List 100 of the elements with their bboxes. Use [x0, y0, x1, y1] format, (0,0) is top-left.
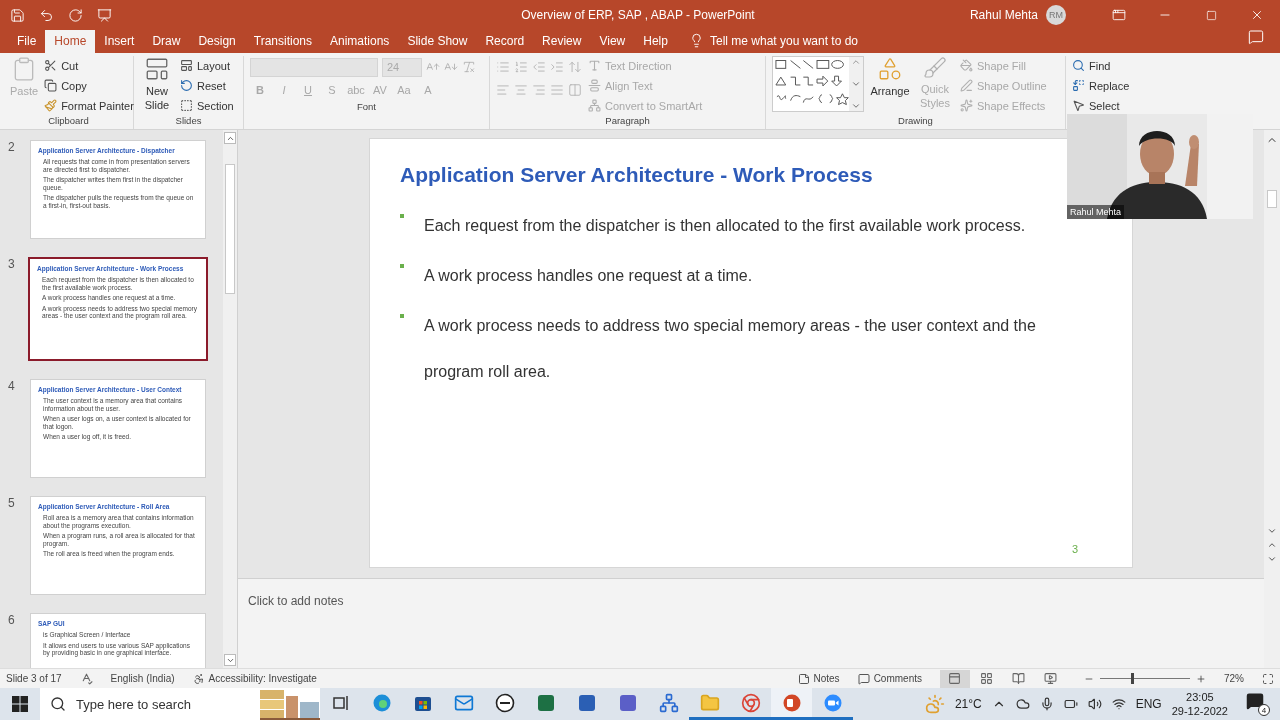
find-button[interactable]: Find [1072, 56, 1150, 75]
temperature[interactable]: 21°C [954, 697, 982, 711]
ribbon-tab[interactable]: Home [45, 30, 96, 53]
reset-button[interactable]: Reset [180, 76, 234, 95]
previous-slide-icon[interactable] [1267, 540, 1277, 550]
bullet-text: A work process needs to address two special memory areas - the user context and the program roll area. [424, 316, 1037, 382]
view-button[interactable] [940, 669, 970, 688]
input-language[interactable]: ENG [1135, 697, 1162, 711]
paintbrush-icon [44, 99, 58, 112]
comments-icon[interactable] [1248, 29, 1264, 45]
bullet-marker [400, 264, 404, 268]
page-number: 3 [1071, 543, 1078, 555]
zoom-thumb[interactable] [1131, 673, 1135, 684]
battery-icon[interactable] [1063, 697, 1078, 711]
scroll-up-button[interactable] [224, 132, 236, 144]
slide-number: 4 [8, 379, 16, 395]
clock[interactable]: 23:05 29-12-2022 [1171, 690, 1228, 718]
notification-center-button[interactable]: 4 [1246, 692, 1270, 716]
search-icon [50, 696, 66, 712]
task-view-icon[interactable] [331, 694, 350, 711]
ribbon-tab[interactable]: View [590, 30, 635, 53]
slide-number: 6 [8, 613, 16, 629]
section-icon [180, 99, 193, 112]
close-icon[interactable] [1250, 8, 1264, 22]
document-app-icon[interactable] [576, 692, 597, 713]
notes-field[interactable]: Click to add notes [248, 594, 344, 608]
undo-icon[interactable] [39, 7, 54, 23]
fit-to-window-icon[interactable] [1262, 672, 1274, 685]
pointer-icon [1072, 99, 1085, 112]
reset-icon [180, 79, 193, 92]
windows-start-icon[interactable] [12, 696, 28, 712]
scissors-icon [44, 59, 58, 72]
bullet-text: A work process handles one request at a time. [424, 266, 753, 286]
scroll-down-icon[interactable] [851, 79, 862, 89]
replace-button[interactable]: Replace [1072, 76, 1150, 95]
ribbon-tab[interactable]: Help [634, 30, 677, 53]
search-icon [1072, 59, 1085, 72]
section-button[interactable]: Section [180, 96, 234, 115]
video-app-icon[interactable] [822, 692, 843, 713]
slideshow-icon[interactable] [97, 7, 112, 23]
ribbon-tab[interactable]: Transitions [244, 30, 321, 53]
restore-icon[interactable] [1205, 9, 1217, 21]
microphone-icon[interactable] [1039, 697, 1054, 711]
comments-toggle[interactable]: Comments [873, 673, 922, 684]
spreadsheet-app-icon[interactable] [535, 692, 556, 713]
ribbon-tab[interactable]: Insert [95, 30, 144, 53]
select-button[interactable]: Select [1072, 96, 1150, 115]
redo-icon[interactable] [68, 7, 83, 23]
ribbon-tab[interactable]: Review [533, 30, 591, 53]
cut-button[interactable]: Cut [44, 56, 134, 75]
volume-icon[interactable] [1087, 697, 1102, 711]
scroll-down-button[interactable] [224, 654, 236, 666]
ribbon-tab[interactable]: Slide Show [398, 30, 477, 53]
reading-view-icon [1012, 672, 1026, 685]
group-label: Font [357, 101, 376, 114]
participant-name: Rahul Mehta [1067, 205, 1125, 219]
chat-app-icon[interactable] [617, 692, 638, 713]
chrome-browser-icon[interactable] [740, 692, 761, 713]
ribbon-tab[interactable]: Design [189, 30, 245, 53]
cloud-icon[interactable] [1015, 697, 1030, 711]
tell-me-search[interactable]: Tell me what you want to do [709, 33, 859, 48]
copy-button[interactable]: Copy [44, 76, 134, 95]
user-avatar[interactable]: RM [1046, 5, 1066, 25]
circle-logo-icon[interactable] [494, 692, 515, 713]
scroll-down-icon[interactable] [1267, 526, 1277, 536]
storage-boxes-drawing [260, 688, 320, 720]
group-label: Drawing [898, 115, 933, 128]
scrollbar-thumb[interactable] [225, 164, 235, 294]
layout-icon [180, 59, 193, 72]
ribbon-tab[interactable]: Record [476, 30, 534, 53]
accessibility-status[interactable]: Accessibility: Investigate [208, 673, 317, 684]
ribbon-tab[interactable]: Animations [321, 30, 399, 53]
zoom-in-icon[interactable] [1196, 673, 1206, 684]
wifi-icon[interactable] [1111, 697, 1126, 711]
notes-toggle[interactable]: Notes [813, 673, 840, 684]
shapes-gallery[interactable] [772, 56, 864, 112]
network-computer-icon[interactable] [658, 692, 679, 713]
slide-counter: Slide 3 of 17 [6, 673, 62, 684]
more-icon[interactable] [851, 101, 862, 111]
format-painter-button[interactable]: Format Painter [44, 96, 134, 115]
ribbon-display-icon[interactable] [1112, 8, 1126, 22]
edge-browser-icon[interactable] [371, 692, 392, 713]
arrange-button[interactable]: Arrange [870, 56, 910, 115]
taskbar-search-field[interactable]: Type here to search [40, 688, 320, 720]
scroll-up-icon[interactable] [851, 57, 862, 67]
zoom-level[interactable]: 72% [1224, 673, 1244, 684]
new-slide-button[interactable]: New Slide [140, 56, 174, 115]
slide-thumbnail[interactable] [28, 257, 208, 361]
next-slide-icon[interactable] [1267, 554, 1277, 564]
replace-icon [1072, 79, 1085, 92]
presentation-app-icon[interactable] [781, 692, 802, 713]
scrollbar-thumb[interactable] [1267, 190, 1277, 208]
layout-button[interactable]: Layout [180, 56, 234, 75]
language-label[interactable]: English (India) [110, 673, 175, 684]
slideshow-icon [1044, 672, 1058, 685]
slide-number: 2 [8, 140, 16, 156]
window-title: Overview of ERP, SAP , ABAP - PowerPoint [520, 8, 756, 22]
ribbon-tab[interactable]: Draw [143, 30, 190, 53]
ribbon-tab[interactable]: File [8, 30, 46, 53]
save-icon[interactable] [10, 7, 25, 23]
